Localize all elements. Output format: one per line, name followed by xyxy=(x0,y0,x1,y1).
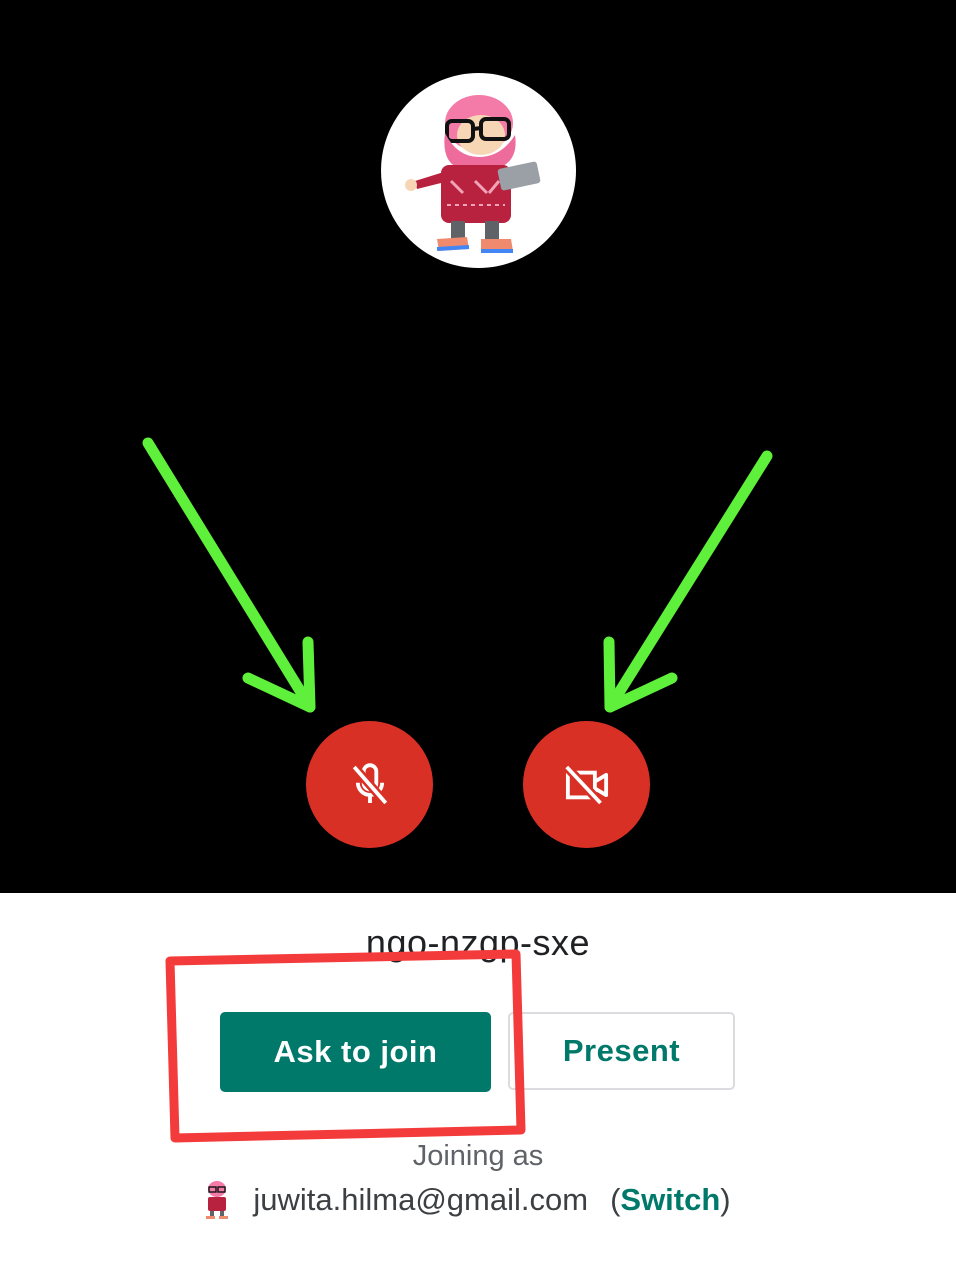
profile-avatar-illustration xyxy=(405,95,541,253)
joining-as-label: Joining as xyxy=(412,1140,544,1172)
profile-avatar xyxy=(381,73,576,268)
present-button[interactable]: Present xyxy=(508,1012,735,1090)
mic-off-icon xyxy=(350,762,389,806)
account-email: juwita.hilma@gmail.com xyxy=(253,1182,589,1217)
video-preview xyxy=(0,0,956,893)
switch-paren-close: ) xyxy=(720,1182,731,1217)
videocam-off-icon xyxy=(562,763,608,806)
switch-paren-open: ( xyxy=(610,1182,621,1217)
meet-join-screen: ngo-nzgp-sxe Ask to join Present Joining… xyxy=(0,0,956,1280)
mic-toggle-button[interactable] xyxy=(306,721,433,848)
switch-account-link[interactable]: Switch xyxy=(620,1182,720,1217)
meeting-code: ngo-nzgp-sxe xyxy=(365,922,591,963)
switch-account-wrapper: (Switch) xyxy=(610,1182,731,1218)
ask-to-join-button[interactable]: Ask to join xyxy=(220,1012,491,1092)
account-avatar-icon xyxy=(206,1181,229,1219)
account-avatar xyxy=(197,1179,237,1221)
camera-toggle-button[interactable] xyxy=(523,721,650,848)
account-row: juwita.hilma@gmail.com (Switch) xyxy=(0,1178,956,1222)
